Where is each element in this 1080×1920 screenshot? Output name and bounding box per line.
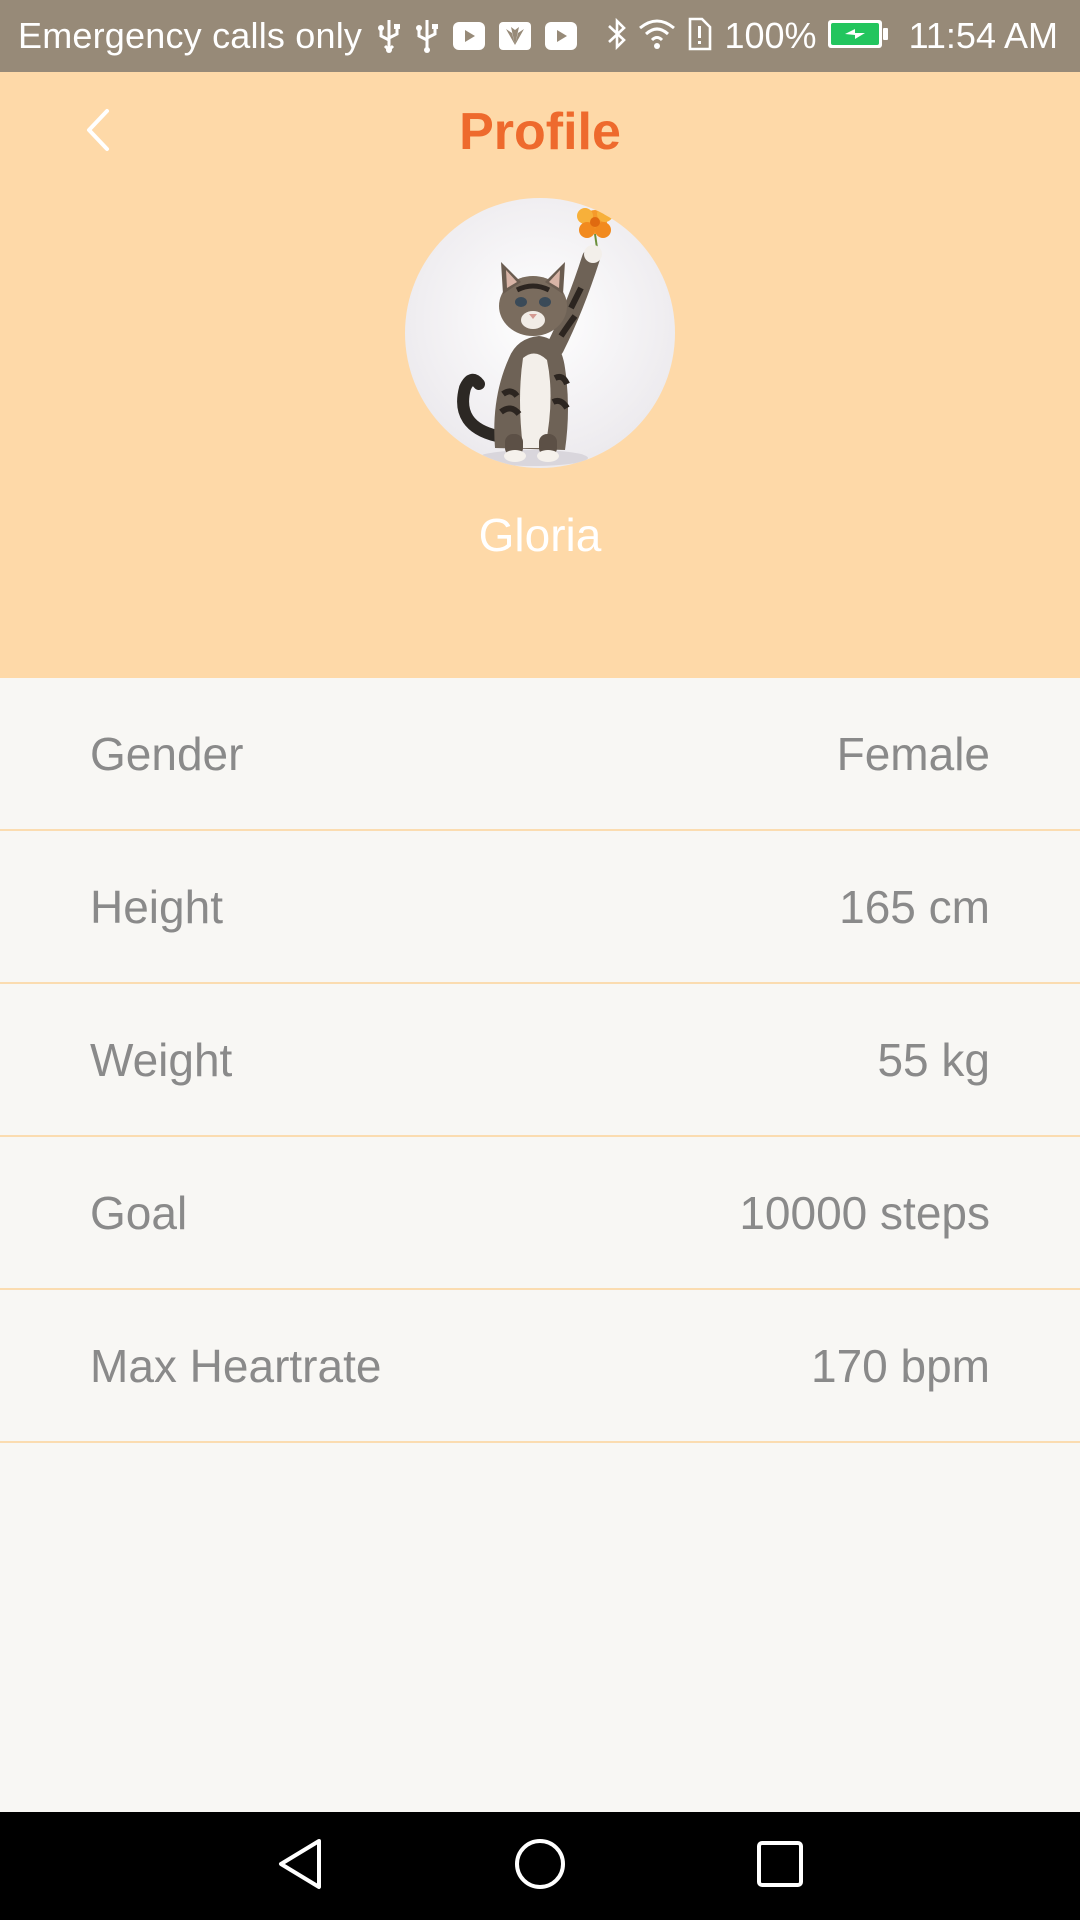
row-value: 10000 steps xyxy=(739,1186,990,1239)
profile-row-goal[interactable]: Goal 10000 steps xyxy=(0,1137,1080,1290)
row-value: Female xyxy=(836,727,990,780)
home-circle-icon xyxy=(513,1837,567,1896)
sim-alert-icon xyxy=(686,17,712,56)
usb-icon xyxy=(376,18,402,54)
recents-square-icon xyxy=(755,1839,805,1894)
notification-icons xyxy=(376,18,578,54)
nav-home-button[interactable] xyxy=(480,1812,600,1920)
page-title: Profile xyxy=(459,103,621,161)
nav-back-button[interactable] xyxy=(240,1812,360,1920)
flower-icon xyxy=(577,206,613,249)
huawei-icon xyxy=(498,21,532,51)
profile-row-gender[interactable]: Gender Female xyxy=(0,678,1080,831)
row-value: 170 bpm xyxy=(810,1339,990,1392)
profile-row-height[interactable]: Height 165 cm xyxy=(0,831,1080,984)
row-label: Goal xyxy=(90,1186,188,1239)
profile-row-max-heartrate[interactable]: Max Heartrate 170 bpm xyxy=(0,1290,1080,1443)
youtube-icon xyxy=(452,21,486,51)
youtube-icon xyxy=(544,21,578,51)
system-status-icons: 100% 11:54 AM xyxy=(606,15,1058,57)
clock: 11:54 AM xyxy=(908,15,1058,56)
username: Gloria xyxy=(478,509,602,561)
navigation-bar xyxy=(0,1812,1080,1920)
row-value: 165 cm xyxy=(839,880,990,933)
avatar[interactable] xyxy=(405,198,675,468)
row-value: 55 kg xyxy=(877,1033,990,1086)
wifi-icon xyxy=(638,18,676,55)
usb-icon xyxy=(414,18,440,54)
battery-charging-icon xyxy=(827,18,889,55)
carrier-text: Emergency calls only xyxy=(18,15,363,56)
nav-recents-button[interactable] xyxy=(720,1812,840,1920)
profile-header: Profile Gloria xyxy=(0,72,1080,678)
back-triangle-icon xyxy=(275,1837,325,1896)
bluetooth-icon xyxy=(606,16,628,57)
row-label: Max Heartrate xyxy=(90,1339,382,1392)
status-bar: Emergency calls only 100% 11:54 AM xyxy=(0,0,1080,72)
row-label: Gender xyxy=(90,727,244,780)
profile-row-weight[interactable]: Weight 55 kg xyxy=(0,984,1080,1137)
row-label: Weight xyxy=(90,1033,233,1086)
row-label: Height xyxy=(90,880,223,933)
profile-list: Gender Female Height 165 cm Weight 55 kg… xyxy=(0,678,1080,1443)
battery-percent: 100% xyxy=(724,15,817,56)
kitten-image xyxy=(457,206,613,466)
